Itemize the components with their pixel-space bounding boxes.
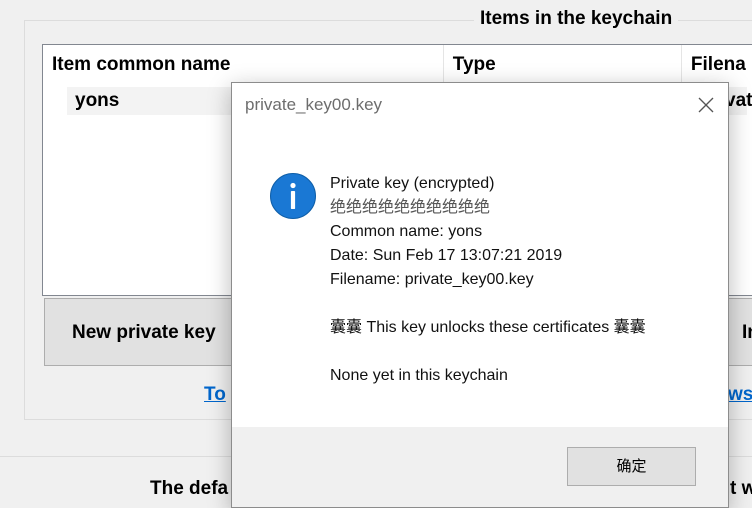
dialog-footer: 确定	[232, 427, 728, 507]
list-item-name: yons	[75, 90, 120, 111]
column-header-type[interactable]: Type	[444, 45, 682, 85]
info-icon	[270, 173, 316, 219]
left-link[interactable]: To	[204, 384, 226, 406]
right-link[interactable]: ws	[728, 384, 752, 406]
message-line-garbled: 绝绝绝绝绝绝绝绝绝绝	[330, 199, 491, 216]
message-line-filename: Filename: private_key00.key	[330, 271, 534, 288]
list-item-file: vat	[725, 90, 752, 111]
close-icon	[698, 97, 714, 113]
message-line-key-type: Private key (encrypted)	[330, 175, 495, 192]
bottom-description-left: The defa	[150, 478, 229, 499]
close-button[interactable]	[690, 89, 722, 121]
list-header: Item common name Type Filena	[43, 45, 752, 85]
dialog-title: private_key00.key	[245, 95, 383, 114]
keychain-group-title: Items in the keychain	[474, 8, 679, 30]
dialog-message: Private key (encrypted) 绝绝绝绝绝绝绝绝绝绝 Commo…	[330, 172, 646, 388]
message-line-common-name: Common name: yons	[330, 223, 483, 240]
column-header-common-name[interactable]: Item common name	[43, 45, 444, 85]
screen: Items in the keychain Item common name T…	[0, 0, 752, 508]
message-line-none-yet: None yet in this keychain	[330, 367, 508, 384]
message-dialog: private_key00.key Private key (encrypted…	[231, 82, 729, 508]
bottom-description-right: t w	[730, 478, 752, 499]
message-line-unlocks: 囊囊 This key unlocks these certificates 囊…	[330, 319, 646, 336]
ok-button[interactable]: 确定	[567, 447, 696, 486]
message-line-date: Date: Sun Feb 17 13:07:21 2019	[330, 247, 563, 264]
column-header-filename[interactable]: Filena	[682, 45, 752, 85]
